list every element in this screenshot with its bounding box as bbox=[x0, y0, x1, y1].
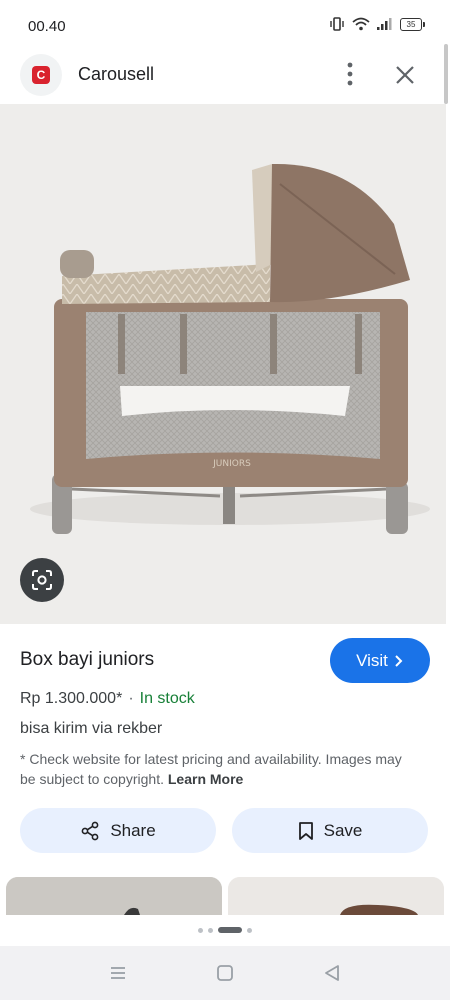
carousel-pager bbox=[0, 915, 450, 945]
signal-icon bbox=[377, 18, 392, 30]
site-header: C Carousell bbox=[0, 44, 450, 104]
visit-button[interactable]: Visit bbox=[330, 638, 430, 683]
share-button[interactable]: Share bbox=[20, 808, 216, 853]
product-title: Box bayi juniors bbox=[20, 649, 155, 670]
related-result-card[interactable] bbox=[6, 877, 222, 915]
price-separator: · bbox=[128, 690, 134, 707]
scrollbar-thumb[interactable] bbox=[444, 44, 448, 104]
more-vert-icon[interactable] bbox=[338, 58, 362, 90]
save-button[interactable]: Save bbox=[232, 808, 428, 853]
system-nav-bar bbox=[0, 946, 450, 1000]
lens-search-icon[interactable] bbox=[20, 558, 64, 602]
product-description: bisa kirim via rekber bbox=[20, 720, 163, 737]
status-bar: 00.40 35 bbox=[0, 0, 450, 44]
chevron-right-icon bbox=[395, 654, 403, 667]
pager-dot bbox=[247, 927, 252, 933]
visit-label: Visit bbox=[356, 650, 388, 670]
playard-illustration: JUNIORS bbox=[30, 163, 430, 534]
recents-icon[interactable] bbox=[105, 960, 131, 986]
close-icon[interactable] bbox=[390, 60, 420, 90]
back-icon[interactable] bbox=[319, 960, 345, 986]
status-icons: 35 bbox=[329, 17, 425, 31]
wifi-icon bbox=[352, 17, 370, 31]
pager-dot-active bbox=[218, 927, 242, 933]
product-image[interactable]: JUNIORS bbox=[0, 104, 446, 624]
learn-more-link[interactable]: Learn More bbox=[168, 771, 243, 787]
vibrate-icon bbox=[330, 17, 344, 31]
price-row: Rp 1.300.000* · In stock bbox=[20, 690, 195, 708]
battery-icon: 35 bbox=[400, 17, 425, 31]
stock-status: In stock bbox=[139, 690, 195, 707]
pager-dot bbox=[208, 927, 213, 933]
home-icon[interactable] bbox=[212, 960, 238, 986]
price: Rp 1.300.000* bbox=[20, 690, 123, 707]
bookmark-icon bbox=[298, 821, 313, 840]
related-image bbox=[228, 877, 444, 915]
related-result-card[interactable] bbox=[228, 877, 444, 915]
carousell-logo-icon: C bbox=[32, 66, 50, 84]
pager-dot bbox=[198, 927, 203, 933]
share-label: Share bbox=[110, 820, 156, 840]
status-time: 00.40 bbox=[28, 18, 66, 35]
disclaimer: * Check website for latest pricing and a… bbox=[20, 749, 420, 789]
site-name: Carousell bbox=[78, 64, 155, 84]
save-label: Save bbox=[323, 820, 363, 840]
share-icon bbox=[81, 821, 99, 840]
site-logo: C bbox=[20, 54, 62, 96]
brand-print: JUNIORS bbox=[212, 459, 251, 469]
related-image bbox=[6, 877, 222, 915]
